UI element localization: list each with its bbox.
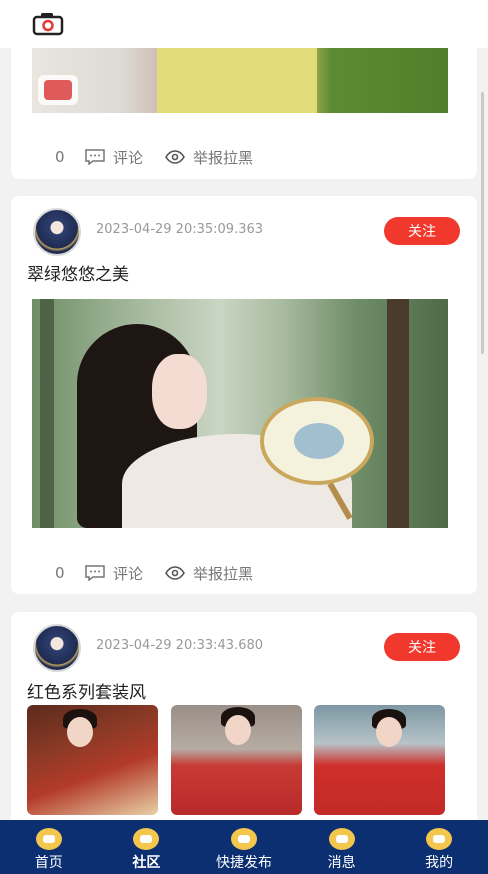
community-page: 0 评论 举报拉黑 2023-04-29 20:35:09.363 关注 翠绿悠…	[0, 0, 488, 874]
like-count: 0	[55, 148, 65, 166]
post-title: 红色系列套装风	[27, 683, 146, 703]
tab-profile[interactable]: 我的	[390, 820, 488, 874]
report-button[interactable]: 举报拉黑	[165, 147, 253, 168]
message-icon	[328, 828, 355, 850]
bottom-tab-bar: 首页 社区 快捷发布 消息 我的	[0, 820, 488, 874]
eye-icon	[165, 150, 185, 164]
comment-icon	[85, 565, 105, 581]
avatar[interactable]	[33, 624, 81, 672]
post-timestamp: 2023-04-29 20:33:43.680	[96, 638, 264, 653]
post-timestamp: 2023-04-29 20:35:09.363	[96, 222, 264, 237]
tab-label: 消息	[327, 855, 356, 871]
tab-label: 社区	[132, 855, 161, 871]
like-count: 0	[55, 564, 65, 582]
comment-button[interactable]: 评论	[85, 563, 143, 584]
tab-label: 首页	[34, 855, 63, 871]
publish-icon	[230, 828, 257, 850]
post-actions: 0 评论 举报拉黑	[55, 561, 275, 585]
follow-button[interactable]: 关注	[384, 633, 460, 661]
avatar[interactable]	[33, 208, 81, 256]
top-bar	[0, 0, 488, 48]
tab-home[interactable]: 首页	[0, 820, 98, 874]
report-label: 举报拉黑	[193, 148, 254, 167]
comment-icon	[85, 149, 105, 165]
tab-label: 快捷发布	[215, 855, 272, 871]
profile-icon	[426, 828, 453, 850]
post-thumbnail[interactable]	[171, 705, 302, 815]
post-actions: 0 评论 举报拉黑	[55, 145, 275, 169]
post-card: 2023-04-29 20:35:09.363 关注 翠绿悠悠之美 0 评论 举…	[11, 196, 477, 594]
eye-icon	[165, 566, 185, 580]
report-button[interactable]: 举报拉黑	[165, 563, 253, 584]
post-thumbnail[interactable]	[27, 705, 158, 815]
home-icon	[35, 828, 62, 850]
post-title: 翠绿悠悠之美	[27, 265, 129, 285]
report-label: 举报拉黑	[193, 564, 254, 583]
camera-icon[interactable]	[32, 12, 64, 36]
tab-label: 我的	[425, 855, 454, 871]
post-thumbnail[interactable]	[314, 705, 445, 815]
comment-label: 评论	[113, 148, 144, 167]
community-icon	[133, 828, 160, 850]
watermark-stamp	[38, 75, 78, 105]
tab-community[interactable]: 社区	[98, 820, 196, 874]
tab-publish[interactable]: 快捷发布	[195, 820, 293, 874]
tab-messages[interactable]: 消息	[293, 820, 391, 874]
comment-button[interactable]: 评论	[85, 147, 143, 168]
post-card: 2023-04-29 20:33:43.680 关注 红色系列套装风	[11, 612, 477, 832]
comment-label: 评论	[113, 564, 144, 583]
post-image[interactable]	[32, 299, 448, 528]
follow-button[interactable]: 关注	[384, 217, 460, 245]
scrollbar[interactable]	[481, 92, 484, 354]
